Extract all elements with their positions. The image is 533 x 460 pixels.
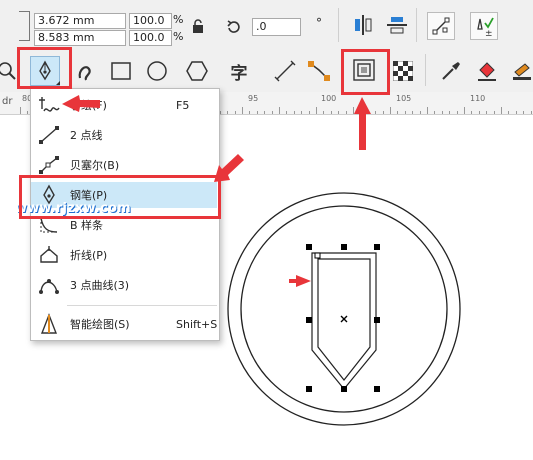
arrow-toolbar-icon — [62, 95, 100, 112]
annotation-arrows — [62, 95, 371, 287]
arrow-canvas-node-icon — [289, 275, 311, 287]
arrow-menu-item-icon — [214, 154, 244, 182]
arrow-contour-icon — [354, 97, 371, 150]
